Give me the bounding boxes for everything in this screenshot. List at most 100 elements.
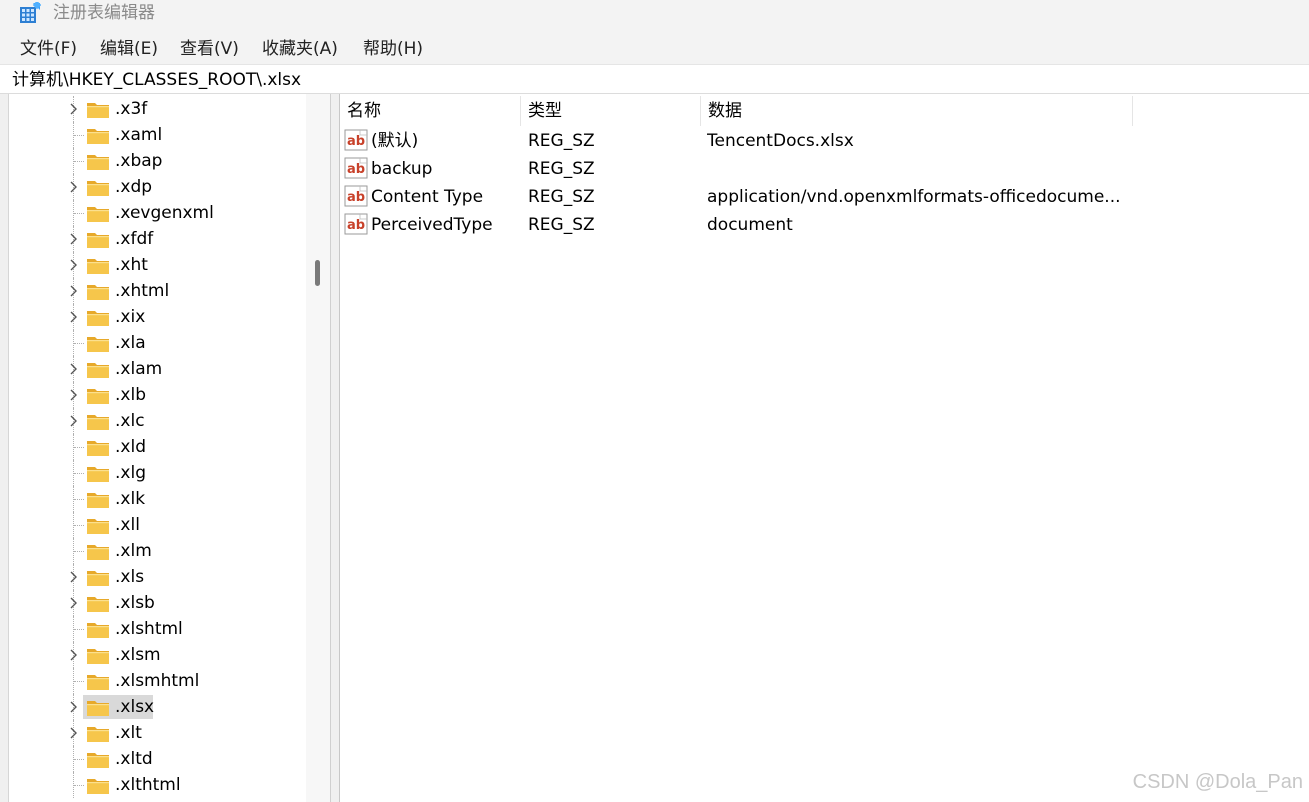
column-header-type[interactable]: 类型 xyxy=(521,94,700,126)
menu-file[interactable]: 文件(F) xyxy=(20,38,77,60)
folder-icon xyxy=(87,389,109,404)
chevron-right-icon[interactable] xyxy=(67,282,81,300)
tree-guide-branch xyxy=(74,551,84,552)
menu-favorites[interactable]: 收藏夹(A) xyxy=(262,38,338,60)
string-value-icon: ab xyxy=(344,185,368,207)
tree-guide-branch xyxy=(74,213,84,214)
chevron-right-icon[interactable] xyxy=(67,698,81,716)
chevron-right-icon[interactable] xyxy=(67,100,81,118)
folder-icon xyxy=(87,467,109,482)
string-value-icon: ab xyxy=(344,213,368,235)
address-bar[interactable]: 计算机\HKEY_CLASSES_ROOT\.xlsx xyxy=(0,64,1309,94)
column-header-type-label: 类型 xyxy=(528,101,562,121)
address-path[interactable]: 计算机\HKEY_CLASSES_ROOT\.xlsx xyxy=(12,69,301,91)
tree-item[interactable]: .xlsx xyxy=(10,694,306,720)
watermark: CSDN @Dola_Pan xyxy=(1132,771,1303,793)
folder-icon xyxy=(87,155,109,170)
chevron-right-icon[interactable] xyxy=(67,594,81,612)
tree-item[interactable]: .x3f xyxy=(10,96,306,122)
tree-guide-branch xyxy=(74,525,84,526)
tree-item-label: .xlt xyxy=(115,723,142,743)
values-list: 名称 类型 数据 ab (默认) REG_SZ TencentDocs.xlsx ab b… xyxy=(340,94,1309,802)
tree-item[interactable]: .xlsmhtml xyxy=(10,668,306,694)
chevron-right-icon[interactable] xyxy=(67,360,81,378)
chevron-right-icon[interactable] xyxy=(67,412,81,430)
value-type: REG_SZ xyxy=(528,159,595,179)
value-type: REG_SZ xyxy=(528,215,595,235)
tree-item-label: .xld xyxy=(115,437,146,457)
folder-icon xyxy=(87,181,109,196)
column-header-name[interactable]: 名称 xyxy=(340,94,520,126)
folder-icon xyxy=(87,129,109,144)
folder-icon xyxy=(87,545,109,560)
tree-item[interactable]: .xlk xyxy=(10,486,306,512)
tree-item[interactable]: .xdp xyxy=(10,174,306,200)
tree-item[interactable]: .xht xyxy=(10,252,306,278)
chevron-right-icon[interactable] xyxy=(67,386,81,404)
svg-text:ab: ab xyxy=(347,134,365,149)
tree-item-label: .xlsx xyxy=(115,697,155,717)
chevron-right-icon[interactable] xyxy=(67,308,81,326)
tree-item[interactable]: .xltd xyxy=(10,746,306,772)
tree-item[interactable]: .xbap xyxy=(10,148,306,174)
tree-item[interactable]: .xls xyxy=(10,564,306,590)
tree-scrollbar-thumb[interactable] xyxy=(315,260,320,286)
column-header-name-label: 名称 xyxy=(347,101,381,121)
tree-item[interactable]: .xevgenxml xyxy=(10,200,306,226)
menu-view[interactable]: 查看(V) xyxy=(180,38,239,60)
value-row[interactable]: ab PerceivedType REG_SZ document xyxy=(340,210,1309,238)
tree-item[interactable]: .xlt xyxy=(10,720,306,746)
tree-item[interactable]: .xll xyxy=(10,512,306,538)
value-data: document xyxy=(707,215,793,235)
tree-item[interactable]: .xhtml xyxy=(10,278,306,304)
tree-item[interactable]: .xaml xyxy=(10,122,306,148)
menu-edit[interactable]: 编辑(E) xyxy=(100,38,158,60)
tree-item[interactable]: .xlshtml xyxy=(10,616,306,642)
tree-item[interactable]: .xlc xyxy=(10,408,306,434)
tree-item-label: .xlb xyxy=(115,385,146,405)
tree-item[interactable]: .xla xyxy=(10,330,306,356)
tree-item[interactable]: .xlam xyxy=(10,356,306,382)
folder-icon xyxy=(87,597,109,612)
tree-guide-branch xyxy=(74,499,84,500)
folder-icon xyxy=(87,259,109,274)
tree-item[interactable]: .xlb xyxy=(10,382,306,408)
folder-icon xyxy=(87,753,109,768)
tree-scrollbar[interactable] xyxy=(306,94,330,802)
tree-item-label: .xhtml xyxy=(115,281,170,301)
chevron-right-icon[interactable] xyxy=(67,178,81,196)
tree-item[interactable]: .xlthtml xyxy=(10,772,306,798)
chevron-right-icon[interactable] xyxy=(67,230,81,248)
tree-item[interactable]: .xlm xyxy=(10,538,306,564)
pane-splitter[interactable] xyxy=(330,94,340,802)
menu-help[interactable]: 帮助(H) xyxy=(363,38,423,60)
tree-item-label: .x3f xyxy=(115,99,148,119)
tree-item-label: .xlthtml xyxy=(115,775,181,795)
tree-item[interactable]: .xlsm xyxy=(10,642,306,668)
tree-item-label: .xbap xyxy=(115,151,163,171)
tree-item[interactable]: .xld xyxy=(10,434,306,460)
chevron-right-icon[interactable] xyxy=(67,724,81,742)
tree-guide-branch xyxy=(74,785,84,786)
value-row[interactable]: ab backup REG_SZ xyxy=(340,154,1309,182)
tree-item[interactable]: .xix xyxy=(10,304,306,330)
tree-item[interactable]: .xfdf xyxy=(10,226,306,252)
title-bar: 注册表编辑器 xyxy=(0,0,1309,34)
tree-item-label: .xdp xyxy=(115,177,153,197)
folder-icon xyxy=(87,311,109,326)
chevron-right-icon[interactable] xyxy=(67,568,81,586)
value-row[interactable]: ab Content Type REG_SZ application/vnd.open… xyxy=(340,182,1309,210)
chevron-right-icon[interactable] xyxy=(67,256,81,274)
tree-item[interactable]: .xlg xyxy=(10,460,306,486)
column-header-data[interactable]: 数据 xyxy=(701,94,1132,126)
folder-icon xyxy=(87,337,109,352)
tree-guide-branch xyxy=(74,473,84,474)
folder-icon xyxy=(87,649,109,664)
chevron-right-icon[interactable] xyxy=(67,646,81,664)
column-divider[interactable] xyxy=(1132,96,1133,126)
value-row[interactable]: ab (默认) REG_SZ TencentDocs.xlsx xyxy=(340,126,1309,154)
tree-item[interactable]: .xlsb xyxy=(10,590,306,616)
tree-guide-branch xyxy=(74,343,84,344)
tree-item-label: .xlsmhtml xyxy=(115,671,200,691)
tree-item-label: .xlam xyxy=(115,359,163,379)
